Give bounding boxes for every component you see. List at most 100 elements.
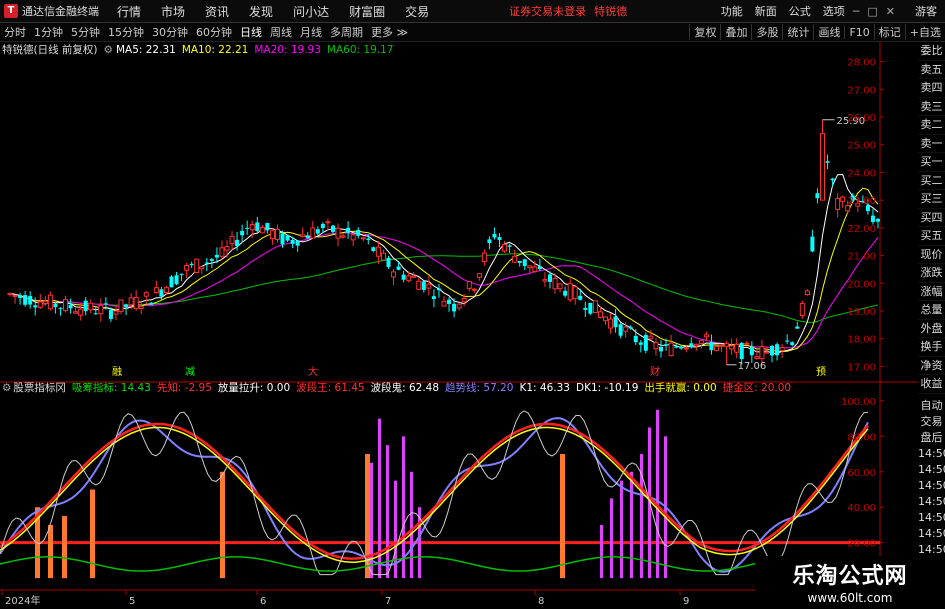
menu-function[interactable]: 功能 [721,3,743,19]
period-multi[interactable]: 多周期 [326,24,367,40]
period-30min[interactable]: 30分钟 [148,24,192,40]
menu-options[interactable]: 选项 [823,3,845,19]
event-marker-0: 融 [112,366,122,378]
guest-user[interactable]: 游客 [915,3,937,19]
period-more[interactable]: 更多 ≫ [367,24,412,40]
ma5-line [9,173,879,354]
adjust-button[interactable]: 复权 [689,24,720,40]
side-tab-8[interactable]: 买三 [918,190,945,209]
candle-body [452,303,457,312]
side-tab-4[interactable]: 卖二 [918,116,945,135]
candle-body [557,283,563,290]
add-watchlist-button[interactable]: +自选 [904,24,945,40]
event-marker-2: 大 [308,365,318,378]
period-daily[interactable]: 日线 [236,24,266,40]
menu-news[interactable]: 资讯 [205,3,229,20]
menu-trade[interactable]: 交易 [405,3,429,20]
side-tab-13[interactable]: 涨幅 [918,283,945,301]
side-tab-5[interactable]: 卖一 [918,135,945,153]
statistics-button[interactable]: 统计 [782,24,813,40]
side-tab-6[interactable]: 买一 [918,153,945,172]
band-king-line [0,422,869,560]
candle-body [775,344,780,356]
price-tick-label: 18.00 [847,335,876,346]
side-trade-item-1[interactable]: 交易 [918,414,945,430]
period-monthly[interactable]: 月线 [296,24,326,40]
candle-body [58,307,63,309]
event-marker-4: 预 [816,366,826,378]
side-tab-16[interactable]: 换手 [918,338,945,357]
candle-body [219,247,225,257]
candle-body [759,346,765,360]
candle-body [68,304,73,309]
candle-body [714,345,720,351]
side-tab-14[interactable]: 总量 [918,301,945,320]
stock-chart[interactable]: 25.9017.06融减大财预 28.0027.0026.0025.0024.0… [0,42,918,608]
side-trade-item-5: 14:50 [918,479,945,492]
menu-wealth[interactable]: 财富圈 [349,3,385,20]
multi-stock-button[interactable]: 多股 [751,24,782,40]
period-5min[interactable]: 5分钟 [67,24,104,40]
stock-name-notice: 特锐德 [594,5,628,18]
menu-market[interactable]: 市场 [161,3,185,20]
candle-body [133,296,139,310]
candle-body [502,244,508,252]
candle-body [825,161,830,163]
period-toolbar: 分时 1分钟 5分钟 15分钟 30分钟 60分钟 日线 周线 月线 多周期 更… [0,23,945,42]
candle-body [679,346,684,349]
trade-login-notice[interactable]: 证券交易未登录 [509,3,586,19]
menu-ask[interactable]: 问小达 [293,3,329,20]
ma60-path [9,253,879,323]
candle-body [592,300,598,314]
candle-body [456,303,462,309]
side-tab-2[interactable]: 卖四 [918,79,945,98]
side-tab-1[interactable]: 卖五 [918,61,945,79]
minimize-icon[interactable]: ─ [853,5,860,18]
side-tab-3[interactable]: 卖三 [918,98,945,116]
side-tab-11[interactable]: 现价 [918,246,945,264]
candle-body [648,335,654,340]
side-trade-item-0[interactable]: 自动 [918,398,945,414]
app-logo-icon: T [4,4,18,18]
candle-body [83,300,88,312]
menu-formula[interactable]: 公式 [789,3,811,19]
site-watermark: 乐淘公式网 www.60lt.com [755,556,945,609]
period-60min[interactable]: 60分钟 [192,24,236,40]
side-tab-17[interactable]: 净资 [918,357,945,375]
price-tick-label: 26.00 [847,113,876,124]
f10-button[interactable]: F10 [844,25,873,39]
mark-button[interactable]: 标记 [873,24,905,40]
menu-quotes[interactable]: 行情 [117,3,141,20]
candle-body [703,334,709,338]
period-1min[interactable]: 1分钟 [30,24,67,40]
candle-body [42,300,48,304]
close-icon[interactable]: ✕ [886,5,895,18]
side-tab-9[interactable]: 买四 [918,209,945,227]
menu-new-page[interactable]: 新面 [755,3,777,19]
price-tick-label: 23.00 [847,196,876,207]
candle-body [709,342,714,351]
date-tick-label: 2024年 [5,594,40,607]
candle-body [754,356,760,360]
watermark-title: 乐淘公式网 [792,564,908,589]
chart-grid [0,42,918,602]
period-weekly[interactable]: 周线 [266,24,296,40]
candle-body [366,238,371,240]
draw-line-button[interactable]: 画线 [813,24,844,40]
side-tab-18[interactable]: 收益 [918,375,945,394]
period-intraday[interactable]: 分时 [0,24,30,40]
side-tab-0[interactable]: 委比 [918,42,945,61]
side-trade-item-2[interactable]: 盘后 [918,430,945,446]
overlay-button[interactable]: 叠加 [720,24,751,40]
price-tick-label: 20.00 [847,279,876,290]
menu-discover[interactable]: 发现 [249,3,273,20]
candle-body [876,218,880,222]
magenta-bar [620,480,623,579]
side-tab-10[interactable]: 买五 [918,227,945,246]
maximize-icon[interactable]: □ [867,5,877,18]
side-tab-15[interactable]: 外盘 [918,320,945,338]
candle-body [426,283,432,289]
side-tab-7[interactable]: 买二 [918,172,945,190]
side-tab-12[interactable]: 涨跌 [918,264,945,283]
period-15min[interactable]: 15分钟 [104,24,148,40]
